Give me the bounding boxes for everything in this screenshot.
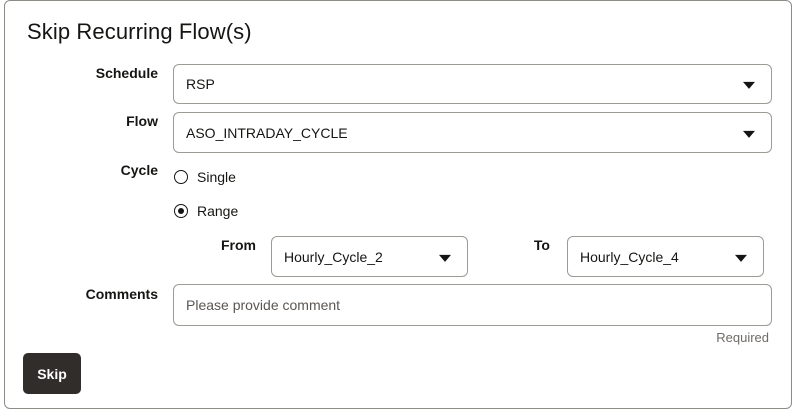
comments-input[interactable] (173, 284, 772, 326)
schedule-select[interactable]: RSP (173, 64, 772, 104)
radio-icon[interactable] (174, 204, 188, 218)
from-cycle-value: Hourly_Cycle_2 (284, 248, 383, 265)
schedule-label: Schedule (95, 65, 158, 81)
flow-select[interactable]: ASO_INTRADAY_CYCLE (173, 112, 772, 153)
to-label: To (533, 237, 550, 253)
comments-label: Comments (85, 286, 158, 302)
to-cycle-select[interactable]: Hourly_Cycle_4 (567, 236, 764, 277)
chevron-down-icon (743, 81, 755, 89)
dialog-title: Skip Recurring Flow(s) (27, 19, 252, 44)
chevron-down-icon (439, 254, 451, 262)
schedule-value: RSP (186, 76, 215, 92)
cycle-option-single[interactable]: Single (174, 167, 236, 187)
flow-label: Flow (126, 113, 158, 129)
cycle-option-range[interactable]: Range (174, 201, 238, 221)
chevron-down-icon (743, 130, 755, 138)
cycle-option-range-label: Range (197, 203, 239, 219)
to-cycle-value: Hourly_Cycle_4 (580, 248, 679, 265)
flow-value: ASO_INTRADAY_CYCLE (186, 124, 348, 141)
comments-required-hint: Required (716, 330, 769, 345)
skip-recurring-flows-dialog: Skip Recurring Flow(s) Schedule RSP Flow… (4, 0, 792, 409)
from-label: From (221, 237, 256, 253)
chevron-down-icon (735, 254, 747, 262)
cycle-option-single-label: Single (197, 169, 236, 185)
cycle-label: Cycle (120, 162, 158, 178)
skip-button[interactable]: Skip (23, 353, 81, 394)
radio-icon[interactable] (174, 170, 188, 184)
